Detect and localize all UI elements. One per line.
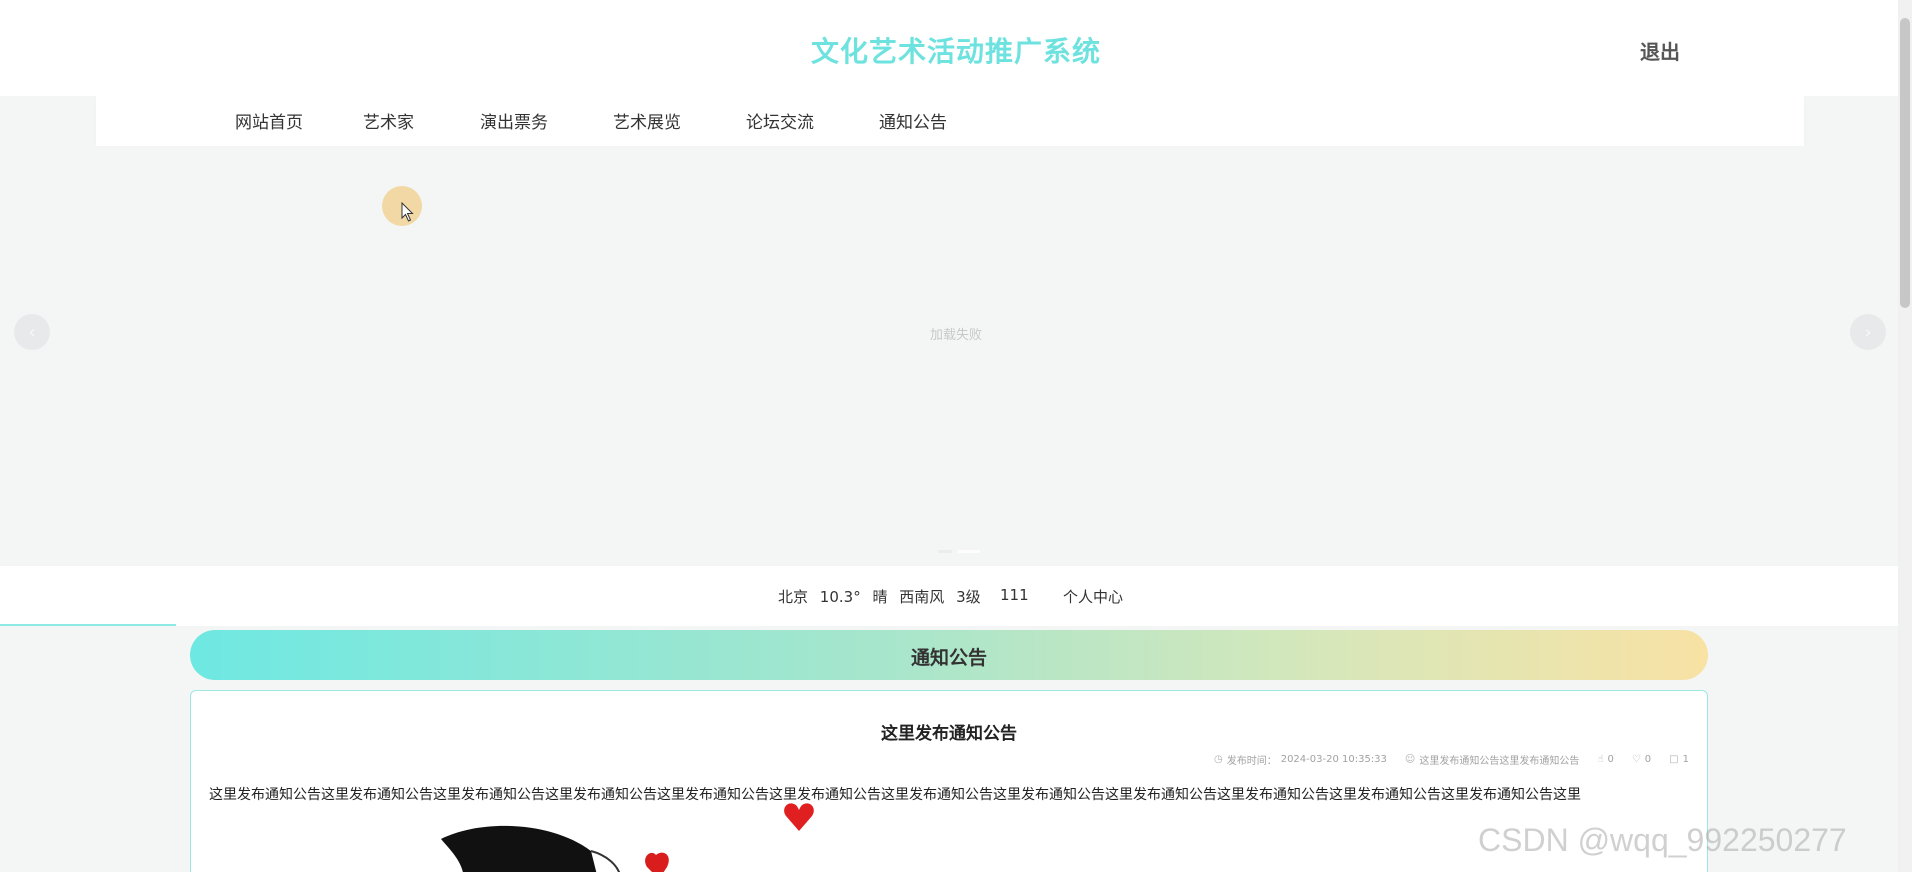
nav-item-artists[interactable]: 艺术家 [363, 108, 414, 133]
notice-author: 这里发布通知公告这里发布通知公告 [1419, 756, 1580, 767]
carousel-indicators [938, 550, 980, 553]
nav-item-tickets[interactable]: 演出票务 [480, 108, 548, 133]
site-title: 文化艺术活动推广系统 [810, 35, 1101, 68]
nav-item-forum[interactable]: 论坛交流 [746, 108, 814, 133]
heart-icon [784, 803, 814, 831]
favorite-count: 0 [1644, 754, 1652, 765]
notice-meta: ◷ 发布时间： 2024-03-20 10:35:33 ☺ 这里发布通知公告这里… [1214, 752, 1689, 767]
weather-widget: 北京 10.3° 晴 西南风 3级 [778, 586, 988, 607]
thumbs-up-icon[interactable]: ☝ [1597, 754, 1603, 765]
carousel-load-failed-text: 加载失败 [929, 328, 982, 343]
heart-icon[interactable]: ♡ [1632, 754, 1641, 765]
notice-title: 这里发布通知公告 [881, 724, 1017, 744]
scrollbar-thumb[interactable] [1900, 18, 1910, 308]
weather-condition: 晴 [872, 588, 888, 606]
publish-time: 2024-03-20 10:35:33 [1280, 754, 1387, 765]
weather-wind-level: 3级 [956, 588, 981, 606]
nav-item-home[interactable]: 网站首页 [235, 108, 303, 133]
chevron-right-icon[interactable]: › [1850, 314, 1886, 350]
notice-section-header: 通知公告 [190, 630, 1708, 680]
weather-wind: 西南风 [899, 588, 945, 606]
divider [0, 624, 176, 626]
main-nav: 网站首页 艺术家 演出票务 艺术展览 论坛交流 通知公告 [96, 96, 1804, 146]
section-title: 通知公告 [910, 647, 987, 669]
info-bar: 北京 10.3° 晴 西南风 3级 111 个人中心 [0, 566, 1912, 626]
mouse-cursor-icon [401, 202, 414, 222]
watermark: CSDN @wqq_992250277 [1478, 822, 1847, 858]
personal-center-link[interactable]: 个人中心 [1063, 586, 1123, 607]
site-header: 文化艺术活动推广系统 退出 [0, 0, 1912, 96]
nav-item-notices[interactable]: 通知公告 [879, 108, 947, 133]
weather-city: 北京 [778, 588, 809, 606]
banner-carousel[interactable]: 加载失败 ‹ › [0, 146, 1912, 566]
user-number-link[interactable]: 111 [1000, 586, 1029, 604]
nav-item-exhibitions[interactable]: 艺术展览 [613, 108, 681, 133]
comment-icon[interactable]: □ [1669, 754, 1678, 765]
comment-count: 1 [1682, 754, 1689, 765]
weather-temperature: 10.3° [819, 588, 861, 606]
logout-button[interactable]: 退出 [1640, 36, 1680, 65]
chevron-left-icon[interactable]: ‹ [14, 314, 50, 350]
user-icon: ☺ [1404, 754, 1416, 765]
notice-body: 这里发布通知公告这里发布通知公告这里发布通知公告这里发布通知公告这里发布通知公告… [209, 787, 1581, 803]
carousel-dot-active[interactable] [958, 550, 980, 553]
carousel-dot[interactable] [938, 550, 952, 553]
publish-label: 发布时间： [1226, 756, 1277, 767]
like-count: 0 [1607, 754, 1614, 765]
clock-icon: ◷ [1213, 754, 1223, 765]
